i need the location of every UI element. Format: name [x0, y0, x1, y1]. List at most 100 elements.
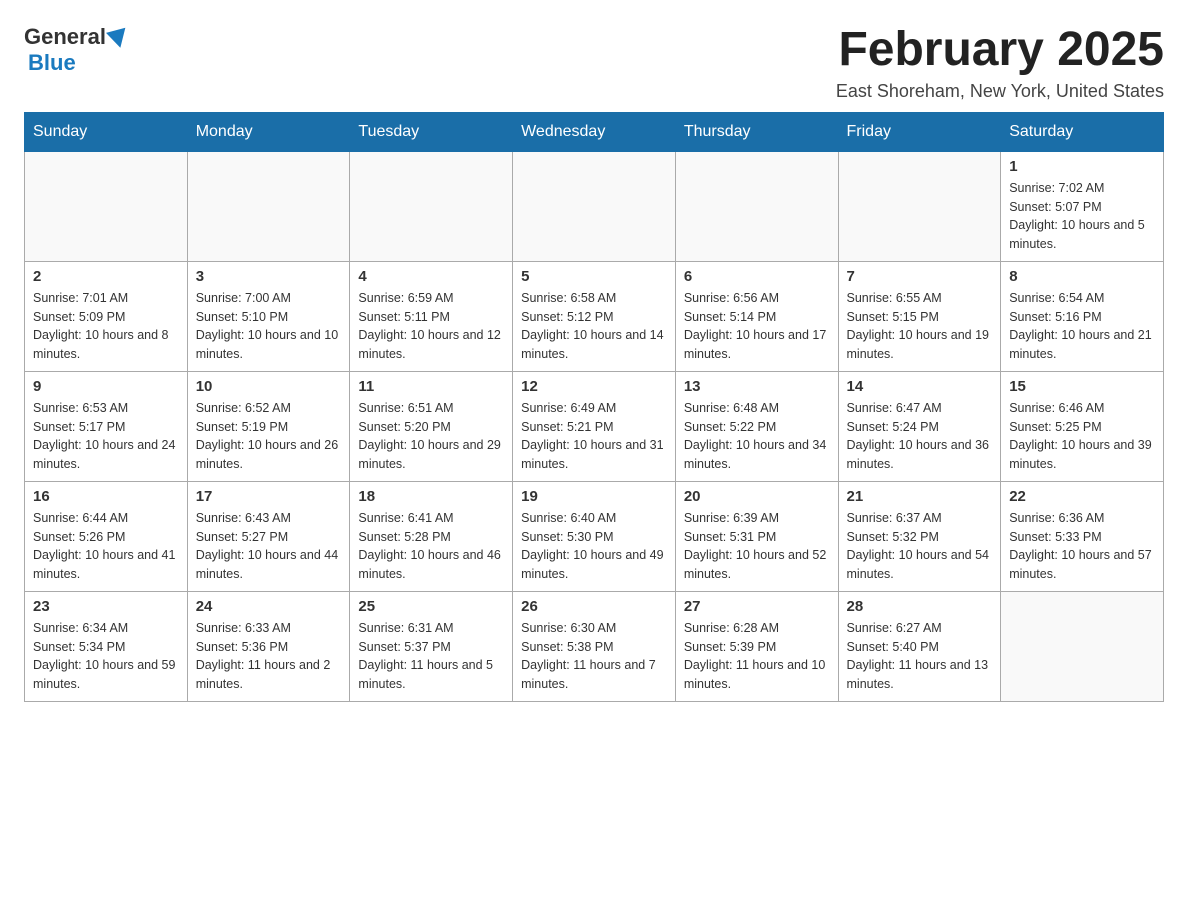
day-number: 22	[1009, 488, 1155, 505]
day-info: Sunrise: 6:33 AMSunset: 5:36 PMDaylight:…	[196, 619, 342, 694]
day-number: 10	[196, 378, 342, 395]
day-number: 27	[684, 598, 830, 615]
day-number: 23	[33, 598, 179, 615]
day-info: Sunrise: 6:39 AMSunset: 5:31 PMDaylight:…	[684, 509, 830, 584]
day-number: 3	[196, 268, 342, 285]
calendar-cell	[838, 151, 1001, 261]
title-section: February 2025 East Shoreham, New York, U…	[836, 24, 1164, 102]
day-of-week-header: Saturday	[1001, 112, 1164, 151]
day-info: Sunrise: 6:54 AMSunset: 5:16 PMDaylight:…	[1009, 289, 1155, 364]
day-info: Sunrise: 6:48 AMSunset: 5:22 PMDaylight:…	[684, 399, 830, 474]
calendar-cell: 7 Sunrise: 6:55 AMSunset: 5:15 PMDaylight…	[838, 261, 1001, 371]
calendar-cell: 18Sunrise: 6:41 AMSunset: 5:28 PMDayligh…	[350, 481, 513, 591]
calendar-cell: 20 Sunrise: 6:39 AMSunset: 5:31 PMDayligh…	[675, 481, 838, 591]
calendar-cell: 26 Sunrise: 6:30 AMSunset: 5:38 PMDayligh…	[513, 591, 676, 701]
day-number: 17	[196, 488, 342, 505]
day-number: 25	[358, 598, 504, 615]
logo-blue-text: Blue	[28, 50, 76, 76]
day-number: 9	[33, 378, 179, 395]
day-info: Sunrise: 6:46 AMSunset: 5:25 PMDaylight:…	[1009, 399, 1155, 474]
day-info: Sunrise: 7:00 AMSunset: 5:10 PMDaylight:…	[196, 289, 342, 364]
day-of-week-header: Wednesday	[513, 112, 676, 151]
day-info: Sunrise: 6:47 AMSunset: 5:24 PMDaylight:…	[847, 399, 993, 474]
calendar-cell	[187, 151, 350, 261]
calendar-cell	[25, 151, 188, 261]
day-info: Sunrise: 7:02 AMSunset: 5:07 PMDaylight:…	[1009, 179, 1155, 254]
day-number: 19	[521, 488, 667, 505]
calendar-cell: 28 Sunrise: 6:27 AMSunset: 5:40 PMDayligh…	[838, 591, 1001, 701]
day-info: Sunrise: 6:31 AMSunset: 5:37 PMDaylight:…	[358, 619, 504, 694]
calendar-cell: 14 Sunrise: 6:47 AMSunset: 5:24 PMDayligh…	[838, 371, 1001, 481]
calendar-week-row: 16 Sunrise: 6:44 AMSunset: 5:26 PMDayligh…	[25, 481, 1164, 591]
calendar-cell: 22 Sunrise: 6:36 AMSunset: 5:33 PMDayligh…	[1001, 481, 1164, 591]
day-info: Sunrise: 6:51 AMSunset: 5:20 PMDaylight:…	[358, 399, 504, 474]
logo: General Blue	[24, 24, 128, 76]
calendar-cell	[1001, 591, 1164, 701]
day-number: 28	[847, 598, 993, 615]
day-of-week-header: Monday	[187, 112, 350, 151]
calendar-week-row: 2 Sunrise: 7:01 AMSunset: 5:09 PMDaylight…	[25, 261, 1164, 371]
day-of-week-header: Tuesday	[350, 112, 513, 151]
day-number: 5	[521, 268, 667, 285]
day-info: Sunrise: 6:58 AMSunset: 5:12 PMDaylight:…	[521, 289, 667, 364]
calendar-cell: 24 Sunrise: 6:33 AMSunset: 5:36 PMDayligh…	[187, 591, 350, 701]
day-info: Sunrise: 6:30 AMSunset: 5:38 PMDaylight:…	[521, 619, 667, 694]
calendar-cell: 5 Sunrise: 6:58 AMSunset: 5:12 PMDaylight…	[513, 261, 676, 371]
calendar-cell: 13 Sunrise: 6:48 AMSunset: 5:22 PMDayligh…	[675, 371, 838, 481]
day-number: 20	[684, 488, 830, 505]
calendar-cell: 3 Sunrise: 7:00 AMSunset: 5:10 PMDaylight…	[187, 261, 350, 371]
day-number: 13	[684, 378, 830, 395]
day-of-week-header: Thursday	[675, 112, 838, 151]
day-of-week-header: Sunday	[25, 112, 188, 151]
calendar-cell: 1 Sunrise: 7:02 AMSunset: 5:07 PMDaylight…	[1001, 151, 1164, 261]
calendar-cell: 16 Sunrise: 6:44 AMSunset: 5:26 PMDayligh…	[25, 481, 188, 591]
day-info: Sunrise: 6:40 AMSunset: 5:30 PMDaylight:…	[521, 509, 667, 584]
day-info: Sunrise: 6:44 AMSunset: 5:26 PMDaylight:…	[33, 509, 179, 584]
calendar-cell: 2 Sunrise: 7:01 AMSunset: 5:09 PMDaylight…	[25, 261, 188, 371]
day-number: 1	[1009, 158, 1155, 175]
day-info: Sunrise: 6:34 AMSunset: 5:34 PMDaylight:…	[33, 619, 179, 694]
month-title: February 2025	[836, 24, 1164, 77]
logo-general-text: General	[24, 24, 106, 50]
day-info: Sunrise: 6:27 AMSunset: 5:40 PMDaylight:…	[847, 619, 993, 694]
day-info: Sunrise: 6:43 AMSunset: 5:27 PMDaylight:…	[196, 509, 342, 584]
day-number: 7	[847, 268, 993, 285]
location-title: East Shoreham, New York, United States	[836, 81, 1164, 102]
calendar-cell: 10Sunrise: 6:52 AMSunset: 5:19 PMDayligh…	[187, 371, 350, 481]
day-info: Sunrise: 7:01 AMSunset: 5:09 PMDaylight:…	[33, 289, 179, 364]
calendar-cell: 27 Sunrise: 6:28 AMSunset: 5:39 PMDayligh…	[675, 591, 838, 701]
calendar-week-row: 9 Sunrise: 6:53 AMSunset: 5:17 PMDaylight…	[25, 371, 1164, 481]
day-number: 16	[33, 488, 179, 505]
calendar-cell	[675, 151, 838, 261]
day-info: Sunrise: 6:36 AMSunset: 5:33 PMDaylight:…	[1009, 509, 1155, 584]
calendar-cell: 23 Sunrise: 6:34 AMSunset: 5:34 PMDayligh…	[25, 591, 188, 701]
day-info: Sunrise: 6:55 AMSunset: 5:15 PMDaylight:…	[847, 289, 993, 364]
calendar-cell: 6 Sunrise: 6:56 AMSunset: 5:14 PMDaylight…	[675, 261, 838, 371]
day-info: Sunrise: 6:56 AMSunset: 5:14 PMDaylight:…	[684, 289, 830, 364]
day-number: 21	[847, 488, 993, 505]
day-number: 14	[847, 378, 993, 395]
calendar-cell: 9 Sunrise: 6:53 AMSunset: 5:17 PMDaylight…	[25, 371, 188, 481]
day-info: Sunrise: 6:53 AMSunset: 5:17 PMDaylight:…	[33, 399, 179, 474]
day-number: 6	[684, 268, 830, 285]
calendar-cell: 12Sunrise: 6:49 AMSunset: 5:21 PMDayligh…	[513, 371, 676, 481]
day-number: 18	[358, 488, 504, 505]
calendar-week-row: 1 Sunrise: 7:02 AMSunset: 5:07 PMDaylight…	[25, 151, 1164, 261]
day-number: 4	[358, 268, 504, 285]
day-number: 26	[521, 598, 667, 615]
calendar-cell	[513, 151, 676, 261]
calendar-week-row: 23 Sunrise: 6:34 AMSunset: 5:34 PMDayligh…	[25, 591, 1164, 701]
day-number: 11	[358, 378, 504, 395]
logo-triangle-icon	[106, 28, 130, 51]
calendar-cell: 4 Sunrise: 6:59 AMSunset: 5:11 PMDaylight…	[350, 261, 513, 371]
calendar-cell: 21 Sunrise: 6:37 AMSunset: 5:32 PMDayligh…	[838, 481, 1001, 591]
day-of-week-header: Friday	[838, 112, 1001, 151]
day-info: Sunrise: 6:37 AMSunset: 5:32 PMDaylight:…	[847, 509, 993, 584]
day-number: 24	[196, 598, 342, 615]
calendar-cell: 25 Sunrise: 6:31 AMSunset: 5:37 PMDayligh…	[350, 591, 513, 701]
day-info: Sunrise: 6:59 AMSunset: 5:11 PMDaylight:…	[358, 289, 504, 364]
day-number: 2	[33, 268, 179, 285]
day-number: 12	[521, 378, 667, 395]
calendar-cell: 15Sunrise: 6:46 AMSunset: 5:25 PMDayligh…	[1001, 371, 1164, 481]
day-info: Sunrise: 6:28 AMSunset: 5:39 PMDaylight:…	[684, 619, 830, 694]
